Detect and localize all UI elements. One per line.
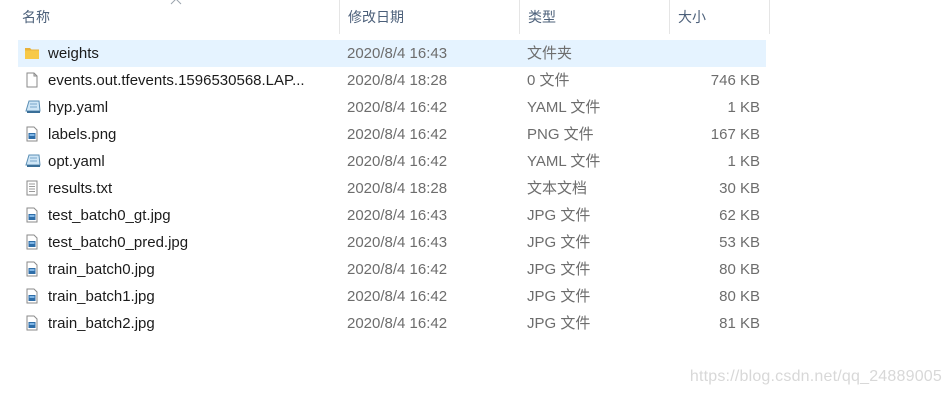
file-row[interactable]: train_batch0.jpg 2020/8/4 16:42 JPG 文件 80 K… (0, 256, 770, 283)
file-type: 文件夹 (527, 45, 573, 62)
file-row[interactable]: train_batch1.jpg 2020/8/4 16:42 JPG 文件 80 K… (0, 283, 770, 310)
file-row[interactable]: train_batch2.jpg 2020/8/4 16:42 JPG 文件 81 K… (0, 310, 770, 337)
file-row[interactable]: test_batch0_pred.jpg 2020/8/4 16:43 JPG 文件… (0, 229, 770, 256)
file-row[interactable]: hyp.yaml 2020/8/4 16:42 YAML 文件 1 KB (0, 94, 770, 121)
file-name[interactable]: events.out.tfevents.1596530568.LAP... (48, 67, 333, 94)
file-modified-date: 2020/8/4 16:42 (347, 288, 448, 305)
file-modified-date: 2020/8/4 16:42 (347, 315, 448, 332)
column-header-name[interactable]: 名称 (14, 0, 340, 34)
file-name[interactable]: test_batch0_pred.jpg (48, 229, 333, 256)
file-type: 0 文件 (527, 72, 570, 89)
file-type: JPG 文件 (527, 315, 591, 332)
file-size: 167 KB (710, 126, 760, 143)
image-file-icon (24, 256, 42, 283)
column-header-date[interactable]: 修改日期 (340, 0, 520, 34)
image-file-icon (24, 310, 42, 337)
image-file-icon (24, 283, 42, 310)
file-row[interactable]: test_batch0_gt.jpg 2020/8/4 16:43 JPG 文件 62… (0, 202, 770, 229)
file-name[interactable]: test_batch0_gt.jpg (48, 202, 333, 229)
file-name[interactable]: train_batch2.jpg (48, 310, 333, 337)
yaml-file-icon (24, 94, 42, 121)
file-size: 30 KB (719, 180, 760, 197)
image-file-icon (24, 121, 42, 148)
file-size: 1 KB (727, 153, 760, 170)
file-row[interactable]: results.txt 2020/8/4 18:28 文本文档 30 KB (0, 175, 770, 202)
file-size: 53 KB (719, 234, 760, 251)
file-name[interactable]: opt.yaml (48, 148, 333, 175)
blank-file-icon (24, 67, 42, 94)
file-type: YAML 文件 (527, 99, 601, 116)
column-header-type[interactable]: 类型 (520, 0, 670, 34)
file-type: JPG 文件 (527, 207, 591, 224)
file-row[interactable]: opt.yaml 2020/8/4 16:42 YAML 文件 1 KB (0, 148, 770, 175)
file-type: JPG 文件 (527, 234, 591, 251)
file-modified-date: 2020/8/4 16:43 (347, 234, 448, 251)
file-name[interactable]: results.txt (48, 175, 333, 202)
watermark: https://blog.csdn.net/qq_24889005 (689, 368, 942, 385)
file-modified-date: 2020/8/4 18:28 (347, 72, 448, 89)
file-row[interactable]: weights 2020/8/4 16:43 文件夹 (0, 40, 770, 67)
file-modified-date: 2020/8/4 16:42 (347, 126, 448, 143)
file-type: JPG 文件 (527, 261, 591, 278)
image-file-icon (24, 202, 42, 229)
file-name[interactable]: train_batch0.jpg (48, 256, 333, 283)
yaml-file-icon (24, 148, 42, 175)
file-size: 80 KB (719, 261, 760, 278)
column-header-size[interactable]: 大小 (670, 0, 770, 34)
file-size: 1 KB (727, 99, 760, 116)
file-explorer: 名称 修改日期 类型 大小 weights 2020/8/4 16:43 文件夹 ev… (0, 0, 950, 394)
file-type: 文本文档 (527, 180, 588, 197)
file-size (670, 40, 760, 67)
file-row[interactable]: events.out.tfevents.1596530568.LAP... 202… (0, 67, 770, 94)
text-file-icon (24, 175, 42, 202)
file-modified-date: 2020/8/4 18:28 (347, 180, 448, 197)
file-modified-date: 2020/8/4 16:42 (347, 153, 448, 170)
file-name[interactable]: hyp.yaml (48, 94, 333, 121)
file-modified-date: 2020/8/4 16:43 (347, 45, 448, 62)
file-modified-date: 2020/8/4 16:43 (347, 207, 448, 224)
image-file-icon (24, 229, 42, 256)
folder-icon (24, 40, 42, 67)
file-name[interactable]: labels.png (48, 121, 333, 148)
file-name[interactable]: weights (48, 40, 333, 67)
file-modified-date: 2020/8/4 16:42 (347, 261, 448, 278)
file-size: 62 KB (719, 207, 760, 224)
file-type: YAML 文件 (527, 153, 601, 170)
file-type: JPG 文件 (527, 288, 591, 305)
file-size: 80 KB (719, 288, 760, 305)
file-modified-date: 2020/8/4 16:42 (347, 99, 448, 116)
column-header-bar: 名称 修改日期 类型 大小 (0, 0, 770, 34)
file-list: weights 2020/8/4 16:43 文件夹 events.out.tfeve… (0, 40, 770, 337)
file-name[interactable]: train_batch1.jpg (48, 283, 333, 310)
file-type: PNG 文件 (527, 126, 594, 143)
file-row[interactable]: labels.png 2020/8/4 16:42 PNG 文件 167 KB (0, 121, 770, 148)
file-size: 81 KB (719, 315, 760, 332)
file-size: 746 KB (710, 72, 760, 89)
